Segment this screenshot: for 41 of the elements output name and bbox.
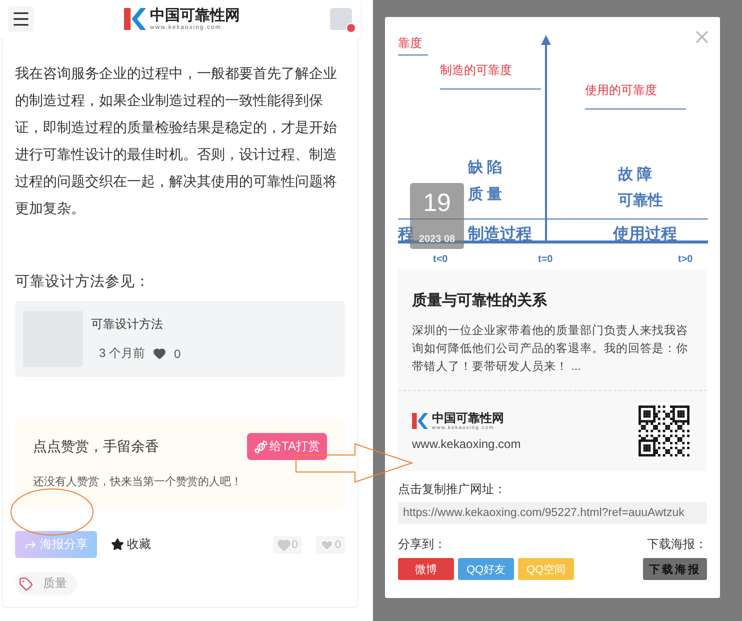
heart-icon	[276, 538, 291, 552]
download-poster-button[interactable]: 下载海报	[643, 558, 707, 580]
heart-icon	[153, 347, 166, 360]
reward-subtitle: 还没有人赞赏，快来当第一个赞赏的人吧！	[33, 475, 243, 489]
poster-title: 质量与可靠性的关系	[412, 291, 548, 310]
share-to-label: 分享到：	[398, 536, 446, 553]
favorite-button[interactable]: 收藏	[111, 536, 151, 553]
copy-url-label: 点击复制推广网址：	[398, 481, 506, 498]
tag-icon	[19, 576, 33, 590]
related-title: 可靠设计方法	[91, 316, 164, 333]
like-count: 0	[174, 346, 181, 360]
share-target-button[interactable]: 微博	[398, 558, 454, 580]
logo-icon	[124, 8, 146, 30]
date-month: 2023 08	[418, 234, 456, 245]
logo-name: 中国可靠性网	[432, 412, 504, 424]
verified-badge-icon	[346, 23, 356, 33]
site-url: www.kekaoxing.com	[412, 436, 521, 450]
download-poster-label: 下载海报：	[647, 536, 707, 553]
like-button[interactable]: 0	[272, 536, 302, 554]
promo-url-field[interactable]: https://www.kekaoxing.com/95227.html?ref=auuAwtzuk	[398, 502, 707, 524]
poster-share-button[interactable]: 海报分享	[15, 531, 97, 558]
candy-icon	[254, 440, 268, 454]
logo-name: 中国可靠性网	[150, 8, 240, 22]
share-target-button[interactable]: QQ好友	[458, 558, 514, 580]
related-time: 3 个月前	[99, 345, 146, 362]
share-target-button[interactable]: QQ空间	[518, 558, 574, 580]
related-article-card[interactable]: 可靠设计方法 3 个月前 0	[15, 301, 345, 377]
tag-chip[interactable]: 质量	[15, 572, 77, 595]
menu-button[interactable]	[8, 6, 34, 32]
dislike-button[interactable]: 0	[316, 536, 345, 554]
article-paragraph: 我在咨询服务企业的过程中，一般都要首先了解企业的制造过程，如果企业制造过程的一致性能得到保证，即制造过程的质量检验结果是稳定的，才是开始进行可靠性设计的最佳时机。否则，设计过程、制造过程的问题交织在一起，解决其使用的可靠性问题将更加复杂。	[15, 64, 338, 218]
broken-heart-icon	[320, 538, 334, 552]
date-day: 19	[423, 189, 451, 218]
tip-button[interactable]: 给TA打赏	[246, 433, 327, 460]
poster-excerpt: 深圳的一位企业家带着他的质量部门负责人来找我咨询如何降低他们公司产品的客退率。我的回答是：你带错人了！要带研发人员来！ ...	[412, 323, 689, 375]
see-also-label: 可靠设计方法参见：	[15, 272, 151, 291]
share-arrow-icon	[24, 538, 37, 551]
reward-title: 点点赞赏，手留余香	[33, 438, 159, 456]
logo-icon	[412, 413, 428, 429]
star-icon	[111, 538, 124, 551]
qr-code	[637, 403, 691, 459]
